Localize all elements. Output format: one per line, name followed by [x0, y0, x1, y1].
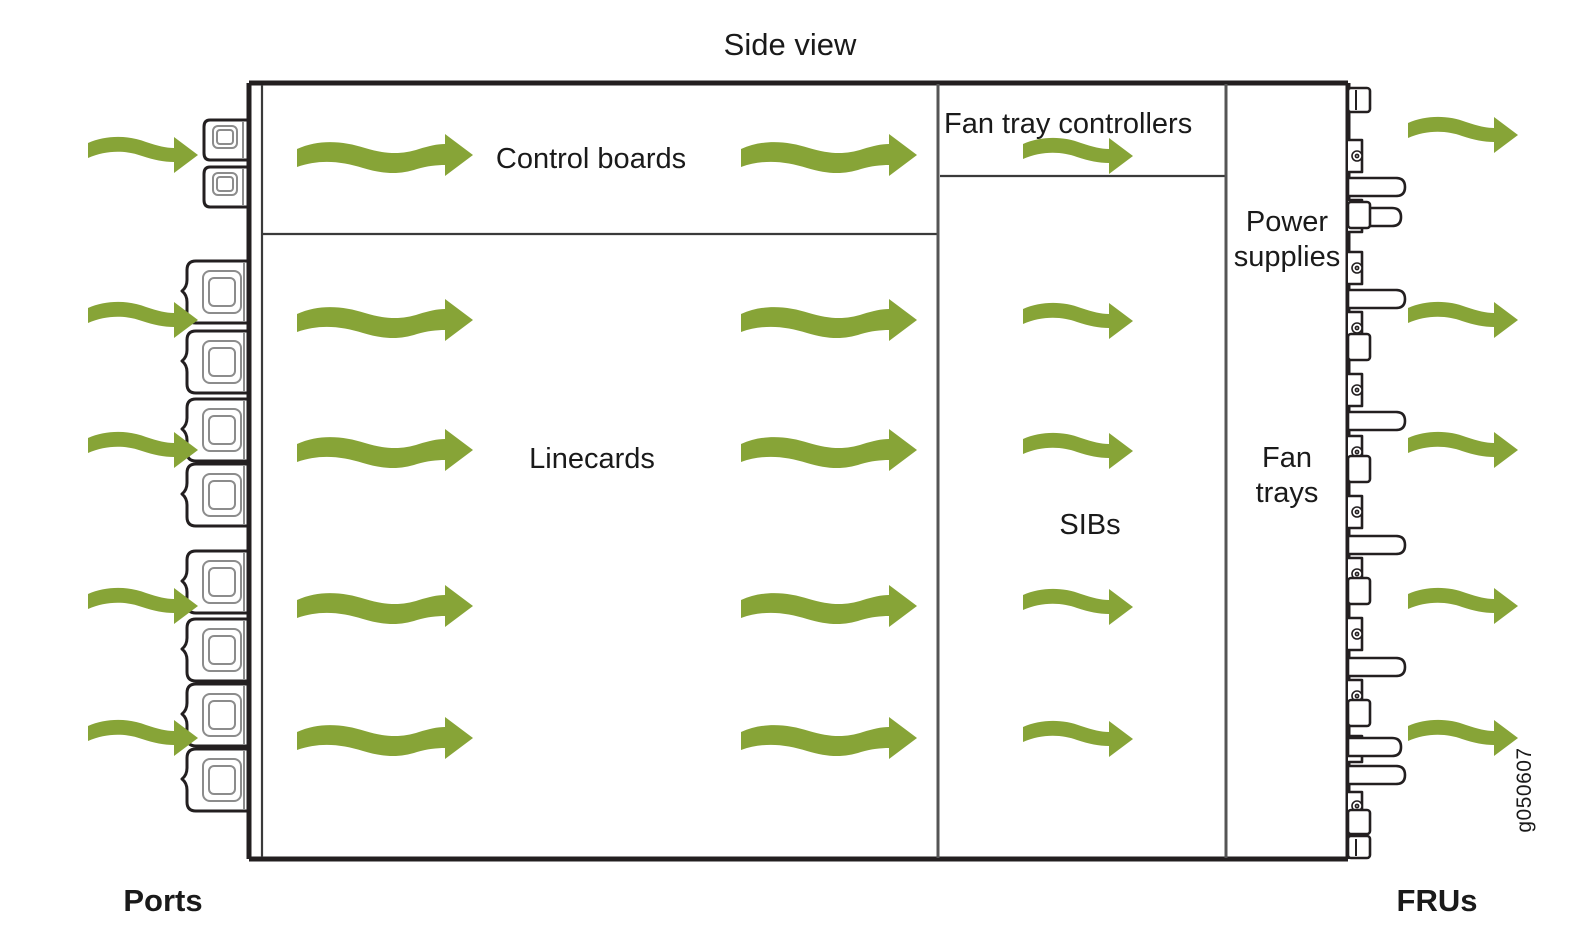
airflow-arrow-intake — [88, 301, 198, 338]
airflow-arrow-linecards-rear — [741, 429, 917, 471]
airflow-arrow-exhaust — [1408, 719, 1518, 756]
airflow-arrow-sibs — [1023, 588, 1133, 625]
label-fan-tray-controllers: Fan tray controllers — [944, 108, 1192, 140]
fru-handle[interactable] — [1346, 808, 1372, 836]
fru-handle[interactable] — [1346, 656, 1407, 678]
label-fan-trays-line1: Fan — [1262, 442, 1312, 474]
airflow-arrow-intake — [88, 719, 198, 756]
label-power-supplies-line1: Power — [1246, 206, 1329, 238]
port-stack — [180, 118, 250, 813]
fru-handle[interactable] — [1346, 698, 1372, 728]
airflow-arrow-exhaust — [1408, 116, 1518, 153]
side-view-diagram: Side view Control boards Linecards Fan t… — [88, 27, 1536, 918]
fru-cap[interactable] — [1346, 834, 1372, 860]
port-large[interactable] — [180, 747, 250, 813]
port-large[interactable] — [180, 462, 250, 528]
fru-latch[interactable] — [1348, 372, 1364, 408]
fru-stack — [1346, 86, 1407, 860]
port-small[interactable] — [202, 165, 250, 209]
fru-latch[interactable] — [1348, 616, 1364, 652]
fru-cap[interactable] — [1346, 86, 1372, 114]
fru-handle[interactable] — [1346, 454, 1372, 484]
fru-handle[interactable] — [1346, 288, 1407, 310]
port-large[interactable] — [180, 329, 250, 395]
fru-handle[interactable] — [1346, 576, 1372, 606]
page-title: Side view — [724, 27, 857, 62]
fru-latch[interactable] — [1348, 250, 1364, 286]
label-control-boards: Control boards — [496, 143, 686, 175]
airflow-arrow-sibs — [1023, 432, 1133, 469]
figure-id: g050607 — [1513, 747, 1536, 832]
airflow-arrow-intake — [88, 136, 198, 173]
airflow-arrow-exhaust — [1408, 587, 1518, 624]
fru-handle[interactable] — [1346, 200, 1403, 230]
fru-latch[interactable] — [1348, 138, 1364, 174]
fru-handle[interactable] — [1346, 410, 1407, 432]
fru-handle[interactable] — [1346, 736, 1403, 758]
airflow-arrow-fan-tray-controllers — [1023, 137, 1133, 174]
label-power-supplies-line2: supplies — [1234, 241, 1340, 273]
airflow-arrow-linecards — [297, 299, 473, 341]
airflow-arrow-exhaust — [1408, 301, 1518, 338]
airflow-arrow-linecards-rear — [741, 585, 917, 627]
fru-handle[interactable] — [1346, 534, 1407, 556]
label-linecards: Linecards — [529, 443, 655, 475]
airflow-arrow-control-boards — [297, 134, 473, 176]
airflow-arrow-control-boards-rear — [741, 134, 917, 176]
airflow-arrow-intake — [88, 431, 198, 468]
label-sibs: SIBs — [1059, 509, 1120, 541]
airflow-arrow-intake — [88, 587, 198, 624]
port-large[interactable] — [180, 259, 250, 325]
caption-ports: Ports — [123, 883, 202, 918]
airflow-arrow-linecards — [297, 717, 473, 759]
fru-handle[interactable] — [1346, 176, 1407, 198]
fru-handle[interactable] — [1346, 332, 1372, 362]
airflow-arrow-linecards-rear — [741, 717, 917, 759]
airflow-arrow-linecards-rear — [741, 299, 917, 341]
airflow-arrow-sibs — [1023, 302, 1133, 339]
fru-latch[interactable] — [1348, 494, 1364, 530]
airflow-arrow-sibs — [1023, 720, 1133, 757]
figure-root: Side view Control boards Linecards Fan t… — [0, 0, 1580, 940]
port-small[interactable] — [202, 118, 250, 162]
airflow-arrow-linecards — [297, 585, 473, 627]
fru-handle[interactable] — [1346, 764, 1407, 786]
airflow-arrow-linecards — [297, 429, 473, 471]
port-large[interactable] — [180, 617, 250, 683]
label-fan-trays-line2: trays — [1256, 477, 1319, 509]
airflow-arrow-exhaust — [1408, 431, 1518, 468]
caption-frus: FRUs — [1397, 883, 1478, 918]
